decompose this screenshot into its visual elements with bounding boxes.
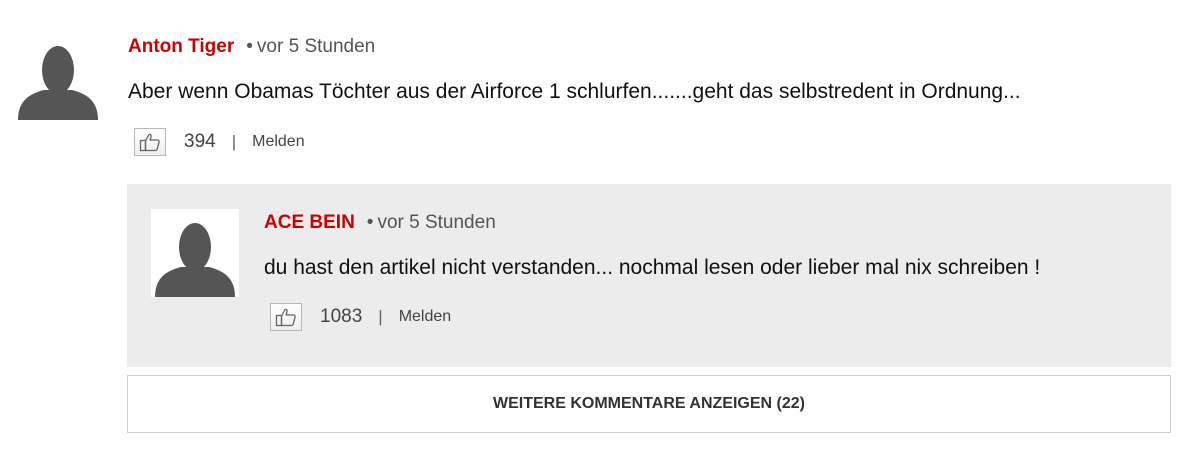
reply-actions: 1083 | Melden bbox=[270, 303, 451, 331]
reply-meta: ACE BEIN • vor 5 Stunden bbox=[264, 211, 496, 235]
thumbs-up-icon bbox=[275, 308, 296, 327]
separator: | bbox=[378, 307, 383, 326]
bullet: • bbox=[246, 36, 253, 57]
like-button[interactable] bbox=[270, 303, 302, 331]
load-more-comments-button[interactable]: WEITERE KOMMENTARE ANZEIGEN (22) bbox=[127, 375, 1171, 433]
bullet: • bbox=[366, 212, 374, 233]
timestamp: vor 5 Stunden bbox=[256, 36, 376, 57]
like-count: 1083 bbox=[320, 306, 363, 327]
like-button[interactable] bbox=[134, 128, 166, 156]
comment: Anton Tiger • vor 5 Stunden Aber wenn Obam… bbox=[0, 0, 1200, 175]
reply: ACE BEIN • vor 5 Stunden du hast den artik… bbox=[127, 184, 1171, 367]
author-name[interactable]: Anton Tiger bbox=[128, 36, 234, 57]
comment-meta: Anton Tiger • vor 5 Stunden bbox=[128, 35, 375, 59]
like-count: 394 bbox=[184, 131, 216, 152]
thumbs-up-icon bbox=[139, 133, 160, 152]
report-link[interactable]: Melden bbox=[399, 308, 451, 326]
avatar-icon bbox=[151, 209, 239, 297]
avatar-icon bbox=[14, 32, 102, 120]
report-link[interactable]: Melden bbox=[252, 133, 304, 151]
comment-text: Aber wenn Obamas Töchter aus der Airforc… bbox=[128, 80, 1021, 103]
reply-text: du hast den artikel nicht verstanden... … bbox=[264, 256, 1041, 279]
comment-actions: 394 | Melden bbox=[134, 128, 305, 156]
separator: | bbox=[231, 132, 237, 151]
timestamp: vor 5 Stunden bbox=[377, 212, 496, 233]
author-name[interactable]: ACE BEIN bbox=[264, 212, 355, 233]
